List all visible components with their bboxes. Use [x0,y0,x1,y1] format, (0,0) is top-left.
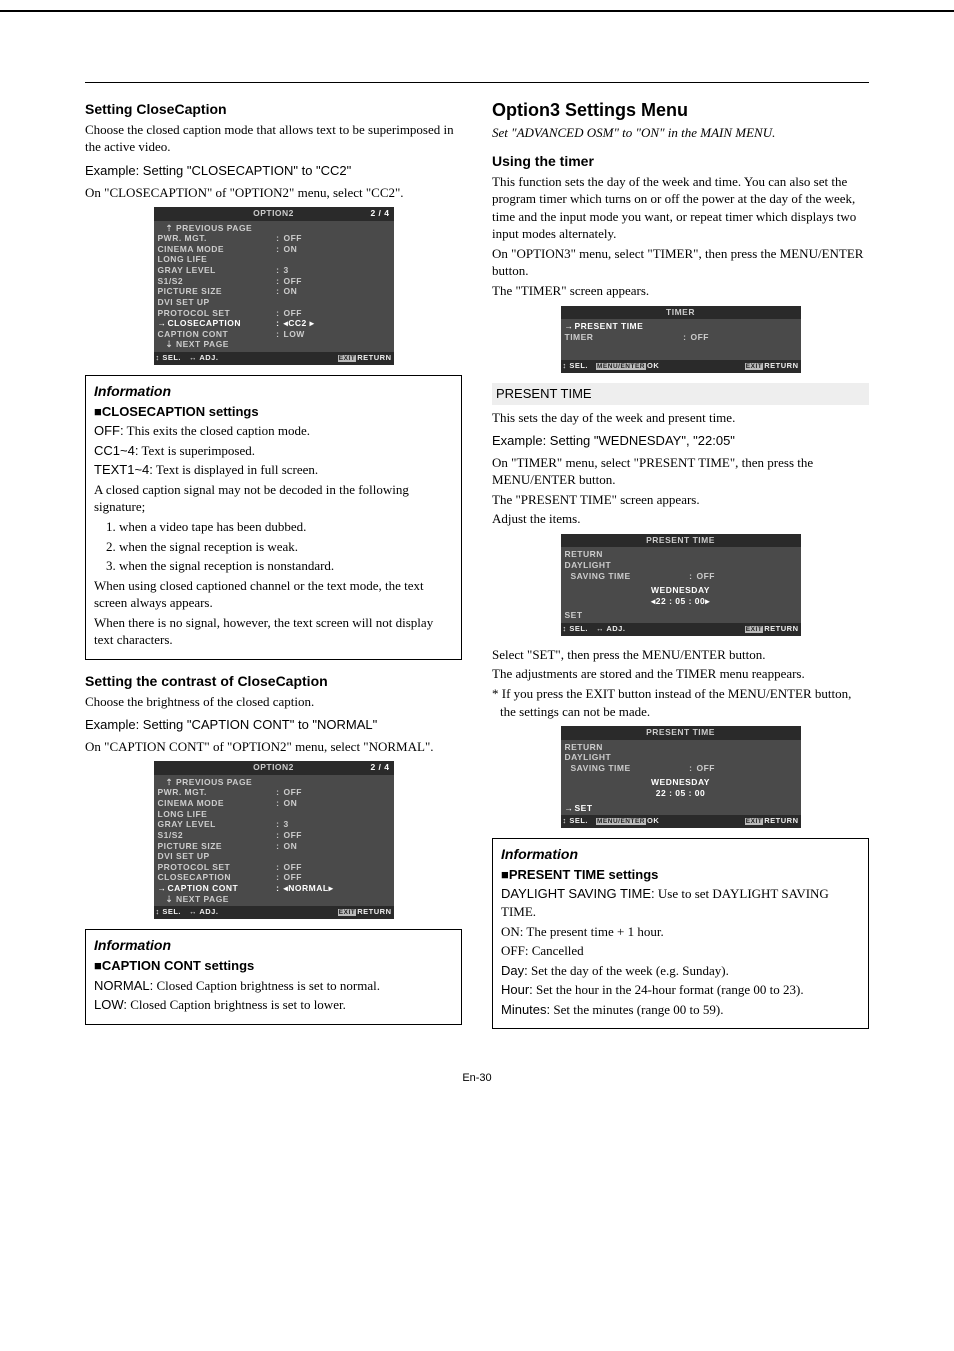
info-caption-cont: Information CAPTION CONT settings NORMAL… [85,929,462,1025]
present-example: Example: Setting "WEDNESDAY", "22:05" [492,432,869,450]
osd-option2-closecaption: OPTION22 / 4 ⇡ PREVIOUS PAGE PWR. MGT.:O… [154,207,394,365]
timer-p3: The "TIMER" screen appears. [492,282,869,300]
after-osd4-p1: Select "SET", then press the MENU/ENTER … [492,646,869,664]
heading-timer: Using the timer [492,152,869,171]
contrast-intro: Choose the brightness of the closed capt… [85,693,462,711]
timer-p1: This function sets the day of the week a… [492,173,869,243]
osd-option2-caption-cont: OPTION22 / 4 ⇡ PREVIOUS PAGE PWR. MGT.:O… [154,761,394,919]
after-osd4-p2: The adjustments are stored and the TIMER… [492,665,869,683]
closecaption-instruction: On "CLOSECAPTION" of "OPTION2" menu, sel… [85,184,462,202]
heading-closecaption: Setting CloseCaption [85,100,462,119]
present-p2: On "TIMER" menu, select "PRESENT TIME", … [492,454,869,489]
right-column: Option3 Settings Menu Set "ADVANCED OSM"… [492,90,869,1041]
closecaption-example: Example: Setting "CLOSECAPTION" to "CC2" [85,162,462,180]
osd-timer: TIMER PRESENT TIME TIMER:OFF ↕ SEL. MENU… [561,306,801,373]
heading-option3: Option3 Settings Menu [492,98,869,122]
present-p1: This sets the day of the week and presen… [492,409,869,427]
info-closecaption: Information CLOSECAPTION settings OFF: T… [85,375,462,660]
present-time-heading: PRESENT TIME [492,383,869,405]
info-present-time: Information PRESENT TIME settings DAYLIG… [492,838,869,1029]
advanced-note: Set "ADVANCED OSM" to "ON" in the MAIN M… [492,124,869,142]
present-p3: The "PRESENT TIME" screen appears. [492,491,869,509]
closecaption-intro: Choose the closed caption mode that allo… [85,121,462,156]
timer-p2: On "OPTION3" menu, select "TIMER", then … [492,245,869,280]
osd-present-time-2: PRESENT TIME RETURN DAYLIGHT SAVING TIME… [561,726,801,828]
contrast-instruction: On "CAPTION CONT" of "OPTION2" menu, sel… [85,738,462,756]
heading-contrast: Setting the contrast of CloseCaption [85,672,462,691]
osd-present-time-1: PRESENT TIME RETURN DAYLIGHT SAVING TIME… [561,534,801,636]
present-p4: Adjust the items. [492,510,869,528]
left-column: Setting CloseCaption Choose the closed c… [85,90,462,1041]
after-osd4-p3: * If you press the EXIT button instead o… [492,685,869,720]
page-footer: En-30 [85,1071,869,1086]
contrast-example: Example: Setting "CAPTION CONT" to "NORM… [85,716,462,734]
